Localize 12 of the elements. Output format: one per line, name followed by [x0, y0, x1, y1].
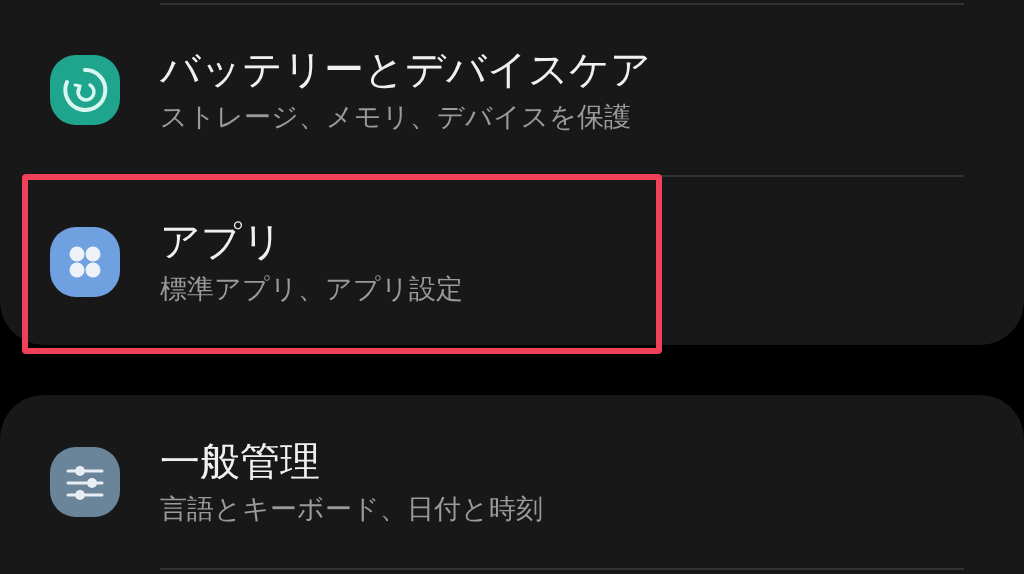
settings-item[interactable]: 一般管理 言語とキーボード、日付と時刻 [0, 395, 1024, 568]
item-subtitle: ストレージ、メモリ、デバイスを保護 [160, 100, 632, 134]
item-title: バッテリーとデバイスケア [160, 45, 651, 94]
sliders-icon [50, 446, 120, 517]
settings-item[interactable]: アプリ 標準アプリ、アプリ設定 [0, 177, 1024, 347]
settings-item[interactable]: バッテリーとデバイスケア ストレージ、メモリ、デバイスを保護 [0, 5, 1024, 175]
refresh-icon [50, 55, 120, 125]
grid-icon [50, 227, 120, 297]
item-subtitle: 言語とキーボード、日付と時刻 [160, 491, 543, 526]
item-title: アプリ [160, 217, 284, 266]
item-title: 一般管理 [160, 436, 321, 486]
item-subtitle: 標準アプリ、アプリ設定 [160, 272, 463, 306]
